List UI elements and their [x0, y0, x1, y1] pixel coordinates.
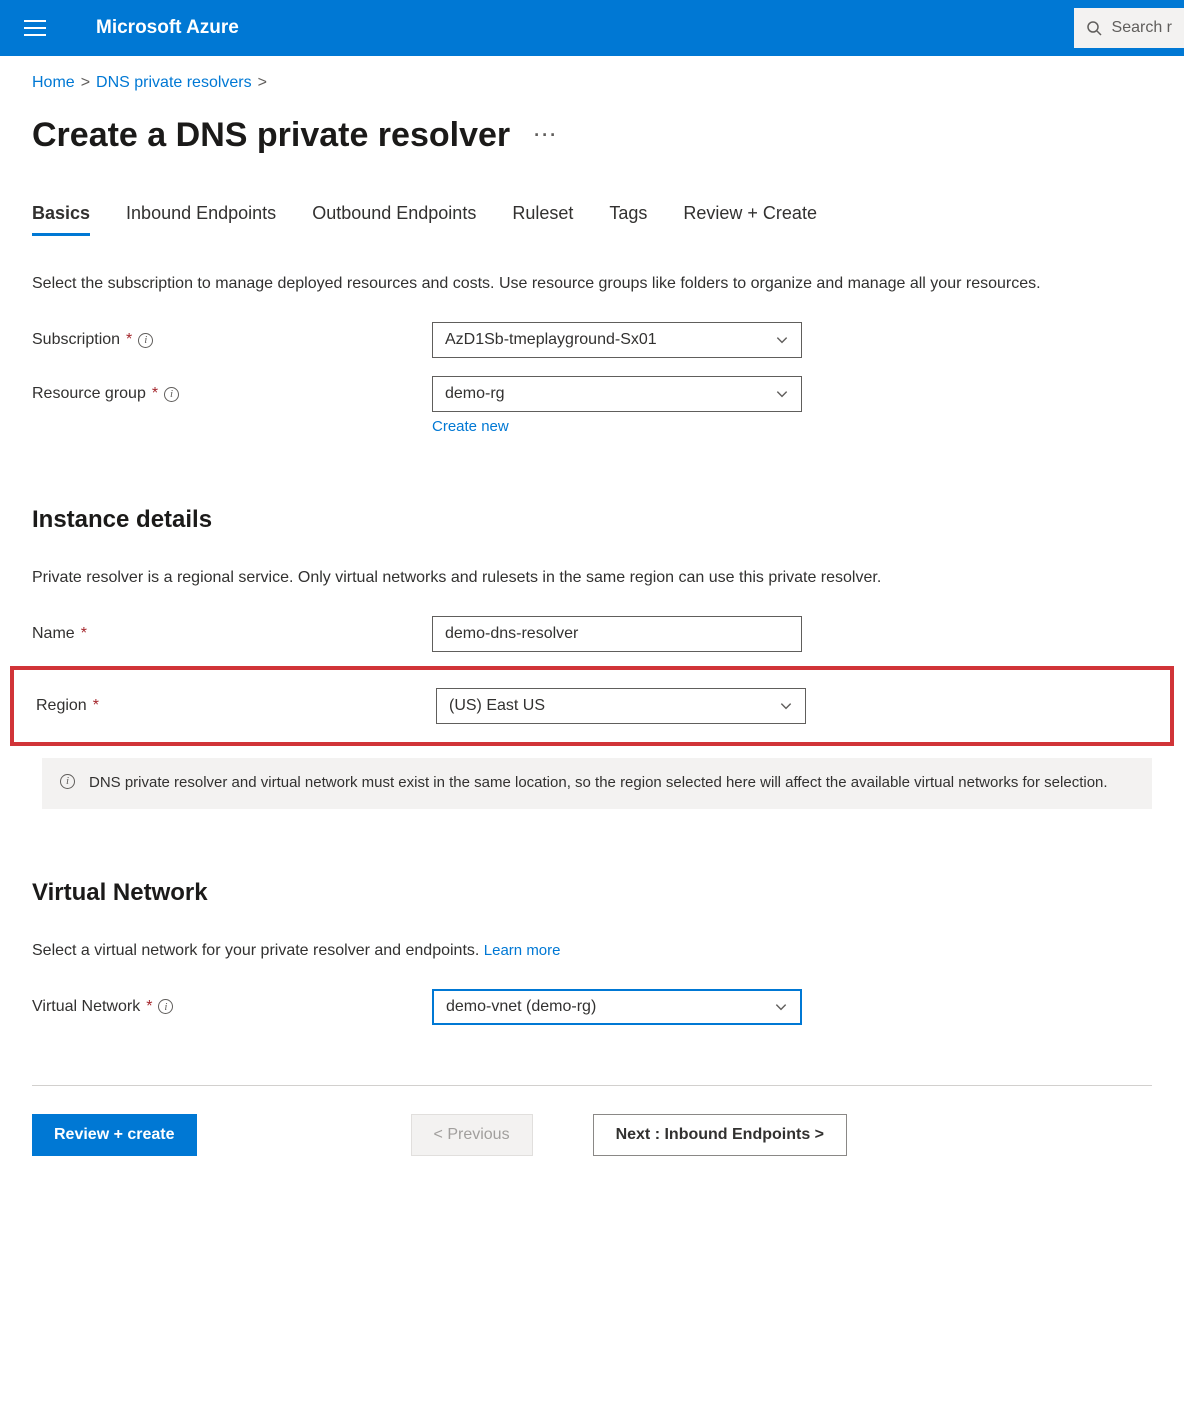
- region-select[interactable]: (US) East US: [436, 688, 806, 724]
- previous-button: < Previous: [411, 1114, 533, 1156]
- region-row: Region * (US) East US: [36, 688, 1148, 724]
- subscription-value: AzD1Sb-tmeplayground-Sx01: [445, 331, 657, 349]
- next-button[interactable]: Next : Inbound Endpoints >: [593, 1114, 847, 1156]
- tab-outbound-endpoints[interactable]: Outbound Endpoints: [312, 203, 476, 234]
- resource-group-select[interactable]: demo-rg: [432, 376, 802, 412]
- subscription-select[interactable]: AzD1Sb-tmeplayground-Sx01: [432, 322, 802, 358]
- global-search[interactable]: Search r: [1074, 8, 1184, 48]
- review-create-button[interactable]: Review + create: [32, 1114, 197, 1156]
- region-info-text: DNS private resolver and virtual network…: [89, 772, 1108, 795]
- tab-ruleset[interactable]: Ruleset: [512, 203, 573, 234]
- resource-group-row: Resource group * i demo-rg: [32, 376, 1152, 412]
- region-value: (US) East US: [449, 697, 545, 715]
- breadcrumb: Home > DNS private resolvers >: [32, 74, 1152, 92]
- footer-actions: Review + create < Previous Next : Inboun…: [32, 1114, 1152, 1156]
- virtual-network-description: Select a virtual network for your privat…: [32, 939, 1152, 963]
- breadcrumb-resolvers[interactable]: DNS private resolvers: [96, 74, 252, 92]
- tab-basics[interactable]: Basics: [32, 203, 90, 234]
- page-title: Create a DNS private resolver ···: [32, 116, 1152, 155]
- hamburger-menu-icon[interactable]: [24, 16, 48, 40]
- breadcrumb-home[interactable]: Home: [32, 74, 75, 92]
- required-asterisk: *: [81, 625, 87, 643]
- vnet-row: Virtual Network * i demo-vnet (demo-rg): [32, 989, 1152, 1025]
- required-asterisk: *: [93, 697, 99, 715]
- more-actions-icon[interactable]: ···: [534, 125, 558, 146]
- name-value: demo-dns-resolver: [445, 625, 578, 643]
- chevron-down-icon: [774, 1000, 788, 1014]
- subscription-row: Subscription * i AzD1Sb-tmeplayground-Sx…: [32, 322, 1152, 358]
- region-info-banner: i DNS private resolver and virtual netwo…: [42, 758, 1152, 809]
- brand-label: Microsoft Azure: [96, 17, 239, 39]
- learn-more-link[interactable]: Learn more: [484, 942, 561, 959]
- chevron-down-icon: [775, 387, 789, 401]
- region-label: Region *: [36, 697, 436, 715]
- name-input[interactable]: demo-dns-resolver: [432, 616, 802, 652]
- instance-details-description: Private resolver is a regional service. …: [32, 566, 1152, 590]
- tab-tags[interactable]: Tags: [609, 203, 647, 234]
- region-highlight-box: Region * (US) East US: [10, 666, 1174, 746]
- tab-review-create[interactable]: Review + Create: [683, 203, 817, 234]
- virtual-network-heading: Virtual Network: [32, 879, 1152, 907]
- chevron-right-icon: >: [81, 74, 90, 92]
- search-icon: [1086, 20, 1102, 36]
- required-asterisk: *: [126, 331, 132, 349]
- instance-details-heading: Instance details: [32, 506, 1152, 534]
- vnet-label: Virtual Network * i: [32, 998, 432, 1016]
- top-bar: Microsoft Azure Search r: [0, 0, 1184, 56]
- page-title-text: Create a DNS private resolver: [32, 116, 510, 155]
- tab-inbound-endpoints[interactable]: Inbound Endpoints: [126, 203, 276, 234]
- vnet-select[interactable]: demo-vnet (demo-rg): [432, 989, 802, 1025]
- info-icon: i: [60, 774, 75, 789]
- name-label: Name *: [32, 625, 432, 643]
- tabs: Basics Inbound Endpoints Outbound Endpoi…: [32, 203, 1152, 234]
- info-icon[interactable]: i: [138, 333, 153, 348]
- subscription-label: Subscription * i: [32, 331, 432, 349]
- required-asterisk: *: [152, 385, 158, 403]
- chevron-down-icon: [775, 333, 789, 347]
- vnet-value: demo-vnet (demo-rg): [446, 998, 596, 1016]
- info-icon[interactable]: i: [158, 999, 173, 1014]
- required-asterisk: *: [146, 998, 152, 1016]
- chevron-down-icon: [779, 699, 793, 713]
- divider: [32, 1085, 1152, 1086]
- basics-description: Select the subscription to manage deploy…: [32, 272, 1152, 296]
- info-icon[interactable]: i: [164, 387, 179, 402]
- resource-group-label: Resource group * i: [32, 385, 432, 403]
- resource-group-value: demo-rg: [445, 385, 505, 403]
- name-row: Name * demo-dns-resolver: [32, 616, 1152, 652]
- create-new-link[interactable]: Create new: [432, 418, 509, 435]
- search-placeholder: Search r: [1112, 19, 1172, 37]
- chevron-right-icon: >: [258, 74, 267, 92]
